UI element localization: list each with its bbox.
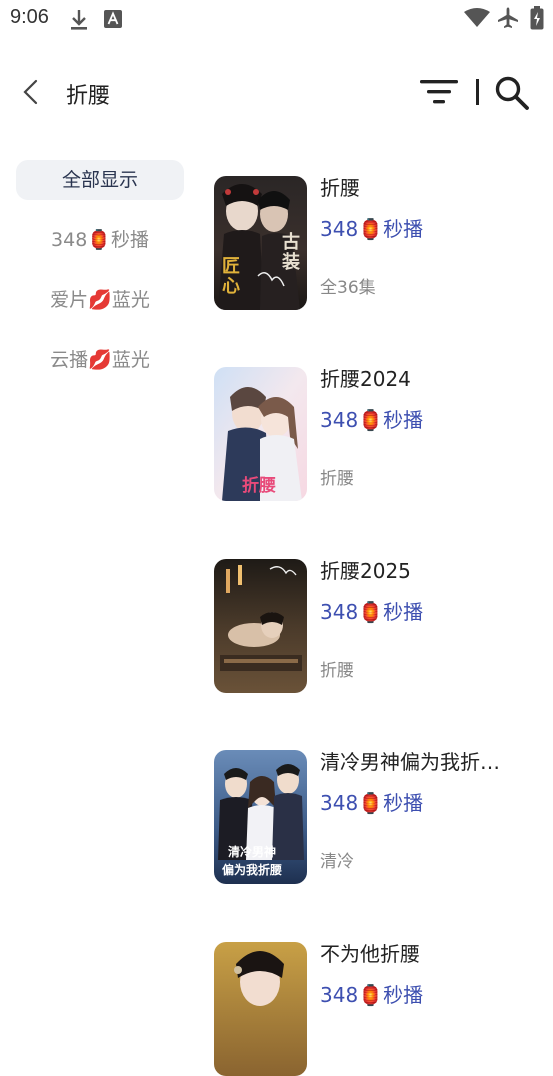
filter-button[interactable] — [420, 77, 458, 107]
font-a-icon — [104, 10, 122, 32]
list-item[interactable]: 不为他折腰 348🏮秒播 — [214, 942, 544, 1076]
sidebar-item-aipian[interactable]: 爱片💋蓝光 — [16, 280, 184, 320]
download-icon — [68, 8, 90, 36]
search-icon — [495, 76, 529, 110]
back-chevron-icon — [23, 79, 38, 105]
svg-text:装: 装 — [282, 251, 300, 273]
poster-image — [214, 942, 307, 1076]
sidebar-item-348[interactable]: 348🏮秒播 — [16, 220, 184, 260]
card-note: 折腰 — [320, 469, 354, 489]
sidebar-item-all[interactable]: 全部显示 — [16, 160, 184, 200]
list-item[interactable]: 匠 心 古 装 折腰 348🏮秒播 全36集 — [214, 176, 544, 310]
wifi-icon — [464, 8, 490, 32]
list-item[interactable]: 折腰 折腰2024 348🏮秒播 折腰 — [214, 367, 544, 501]
sidebar-item-yunbo[interactable]: 云播💋蓝光 — [16, 340, 184, 380]
svg-text:心: 心 — [222, 276, 240, 297]
status-bar: 9:06 — [0, 0, 553, 40]
svg-text:折腰: 折腰 — [242, 475, 276, 496]
search-button[interactable] — [494, 75, 530, 111]
poster-image: 清冷男神 偏为我折腰 — [214, 750, 307, 884]
card-source: 348🏮秒播 — [320, 600, 424, 624]
svg-text:匠: 匠 — [222, 256, 240, 277]
card-title: 折腰2024 — [320, 367, 411, 391]
header-divider — [476, 79, 479, 105]
poster-image — [214, 559, 307, 693]
status-time: 9:06 — [10, 6, 49, 28]
card-note: 折腰 — [320, 661, 354, 681]
card-title: 折腰 — [320, 176, 360, 200]
svg-text:偏为我折腰: 偏为我折腰 — [222, 862, 282, 877]
card-title: 折腰2025 — [320, 559, 411, 583]
poster-image: 折腰 — [214, 367, 307, 501]
header-bar: 折腰 — [0, 60, 553, 124]
list-item[interactable]: 折腰2025 348🏮秒播 折腰 — [214, 559, 544, 693]
filter-icon — [420, 80, 458, 104]
svg-text:古: 古 — [282, 231, 300, 253]
card-source: 348🏮秒播 — [320, 791, 424, 815]
card-note: 全36集 — [320, 278, 376, 298]
poster-image: 匠 心 古 装 — [214, 176, 307, 310]
svg-text:清冷男神: 清冷男神 — [228, 844, 276, 859]
card-note: 清冷 — [320, 852, 354, 872]
page-title: 折腰 — [66, 84, 111, 109]
card-source: 348🏮秒播 — [320, 217, 424, 241]
airplane-icon — [496, 6, 520, 34]
card-title: 不为他折腰 — [320, 942, 420, 966]
card-source: 348🏮秒播 — [320, 408, 424, 432]
battery-icon — [530, 6, 544, 34]
back-button[interactable] — [16, 76, 48, 108]
card-source: 348🏮秒播 — [320, 983, 424, 1007]
card-title: 清冷男神偏为我折… — [320, 750, 500, 774]
list-item[interactable]: 清冷男神 偏为我折腰 清冷男神偏为我折… 348🏮秒播 清冷 — [214, 750, 544, 884]
